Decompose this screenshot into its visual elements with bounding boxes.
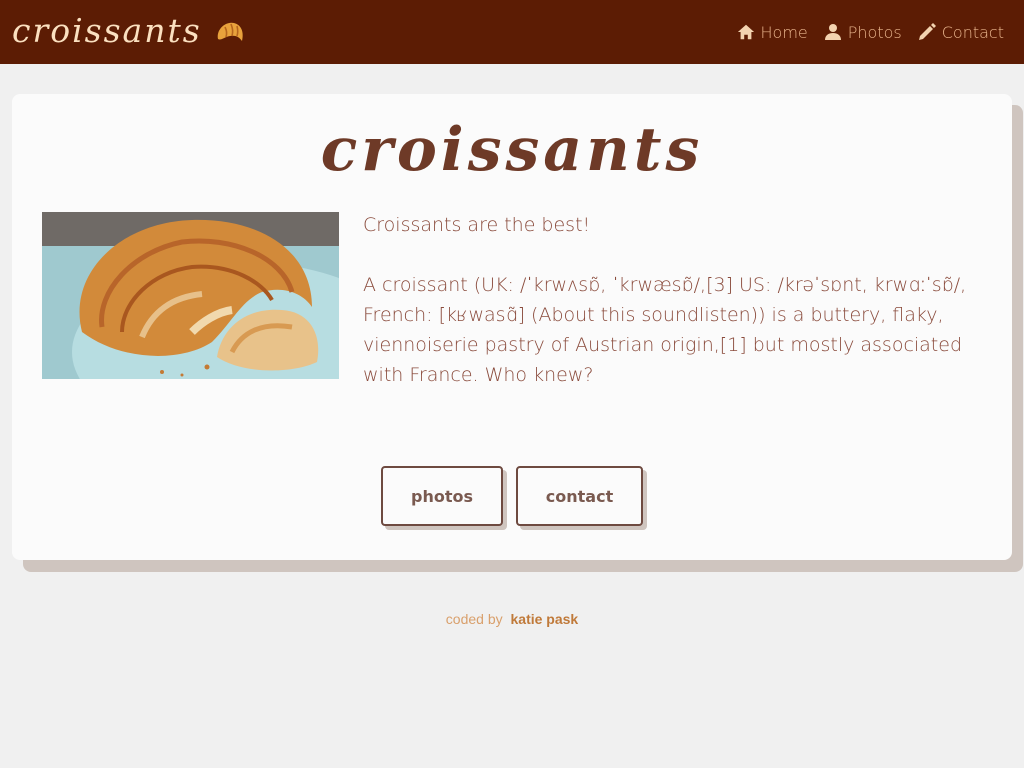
user-icon [824, 24, 841, 40]
contact-button[interactable]: contact [516, 466, 643, 526]
intro-text: Croissants are the best! [363, 214, 591, 236]
nav-photos-link[interactable]: Photos [824, 23, 902, 42]
photos-button[interactable]: photos [381, 466, 503, 526]
navbar: croissants Home Photos Contact [0, 0, 1024, 64]
footer-prefix: coded by [445, 611, 503, 627]
brand-name: croissants [12, 10, 202, 50]
description-text: A croissant (UK: /ˈkrwʌsɒ̃, ˈkrwæsɒ̃/,[3… [363, 274, 967, 386]
footer: coded by katie pask [0, 611, 1024, 631]
croissant-photo [42, 212, 339, 379]
brand-link[interactable]: croissants [12, 8, 246, 52]
nav-home-label: Home [760, 22, 808, 42]
nav-photos-label: Photos [847, 22, 902, 42]
page-title: croissants [320, 115, 704, 185]
main-card: croissants Croissants are the best! A cr… [12, 94, 1012, 560]
home-icon [737, 24, 754, 40]
nav-contact-label: Contact [941, 22, 1004, 42]
nav-home-link[interactable]: Home [737, 23, 808, 42]
description-block: Croissants are the best! A croissant (UK… [363, 210, 983, 390]
footer-author-link[interactable]: katie pask [511, 611, 579, 627]
nav-contact-link[interactable]: Contact [918, 23, 1004, 42]
croissant-icon [214, 16, 246, 44]
pencil-icon [918, 23, 936, 40]
nav-links: Home Photos Contact [721, 20, 1004, 44]
